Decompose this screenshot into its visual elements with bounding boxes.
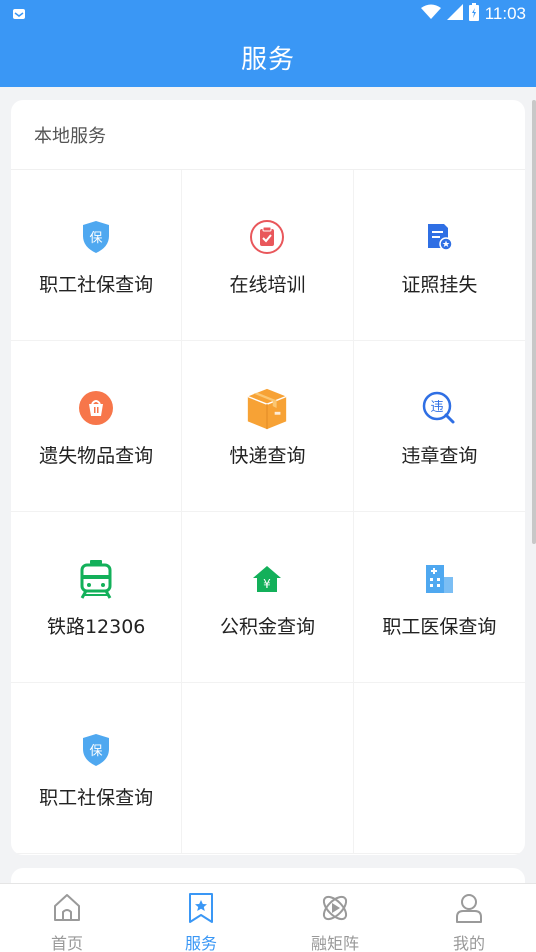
- tab-mine[interactable]: 我的: [402, 884, 536, 952]
- document-star-icon: [416, 214, 462, 260]
- service-lost-items[interactable]: 遗失物品查询: [11, 341, 183, 512]
- service-social-insurance-2[interactable]: 保 职工社保查询: [11, 683, 183, 854]
- service-label: 职工医保查询: [382, 616, 497, 638]
- battery-icon: [468, 3, 479, 25]
- service-online-training[interactable]: 在线培训: [182, 170, 354, 341]
- notification-icon: [12, 6, 26, 25]
- home-icon: [51, 892, 83, 928]
- scrollbar[interactable]: [532, 100, 536, 544]
- signal-icon: [446, 4, 463, 24]
- user-icon: [453, 892, 485, 928]
- tab-matrix[interactable]: 融矩阵: [268, 884, 402, 952]
- hospital-building-icon: [416, 556, 462, 602]
- empty-cell: [182, 683, 354, 854]
- wifi-icon: [420, 4, 441, 24]
- service-housing-fund[interactable]: ¥ 公积金查询: [182, 512, 354, 683]
- svg-text:违: 违: [431, 400, 444, 415]
- service-label: 违章查询: [401, 445, 478, 467]
- service-label: 证照挂失: [401, 274, 478, 296]
- clipboard-check-icon: [244, 214, 290, 260]
- tab-home[interactable]: 首页: [0, 884, 134, 952]
- tab-label: 首页: [50, 934, 83, 952]
- service-violation[interactable]: 违 违章查询: [353, 341, 525, 512]
- local-services-card: 本地服务 保 职工社保查询 在线培训 证照挂失 遗失物品查询 快递查询 违 违章…: [11, 100, 525, 855]
- service-label: 快递查询: [229, 445, 306, 467]
- service-railway[interactable]: 铁路12306: [11, 512, 183, 683]
- package-box-icon: [244, 385, 290, 431]
- atom-play-icon: [319, 892, 351, 928]
- svg-text:保: 保: [90, 231, 103, 246]
- bookmark-star-icon: [185, 892, 217, 928]
- app-header: 服务: [0, 28, 536, 87]
- tab-services[interactable]: 服务: [134, 884, 268, 952]
- service-license-loss[interactable]: 证照挂失: [353, 170, 525, 341]
- tab-label: 服务: [184, 934, 217, 952]
- violation-search-icon: 违: [416, 385, 462, 431]
- service-label: 职工社保查询: [39, 274, 154, 296]
- basket-icon: [73, 385, 119, 431]
- status-time: 11:03: [484, 4, 526, 23]
- svg-text:保: 保: [90, 744, 103, 759]
- service-medical-insurance[interactable]: 职工医保查询: [353, 512, 525, 683]
- service-social-insurance[interactable]: 保 职工社保查询: [11, 170, 183, 341]
- service-label: 在线培训: [229, 274, 306, 296]
- section-title: 本地服务: [11, 100, 525, 170]
- shield-bao-icon: 保: [73, 727, 119, 773]
- service-express[interactable]: 快递查询: [182, 341, 354, 512]
- status-bar: 11:03: [0, 0, 536, 28]
- bottom-tab-bar: 首页 服务 融矩阵 我的: [0, 883, 536, 952]
- tab-label: 融矩阵: [310, 934, 359, 952]
- service-label: 公积金查询: [219, 616, 315, 638]
- service-label: 职工社保查询: [39, 787, 154, 809]
- tab-label: 我的: [452, 934, 485, 952]
- svg-text:¥: ¥: [264, 577, 272, 591]
- empty-cell: [353, 683, 525, 854]
- service-label: 铁路12306: [46, 616, 146, 638]
- page-title: 服务: [240, 45, 295, 75]
- house-yuan-icon: ¥: [244, 556, 290, 602]
- service-label: 遗失物品查询: [39, 445, 154, 467]
- shield-bao-icon: 保: [73, 214, 119, 260]
- train-icon: [73, 556, 119, 602]
- service-grid: 保 职工社保查询 在线培训 证照挂失 遗失物品查询 快递查询 违 违章查询 铁路…: [11, 170, 525, 854]
